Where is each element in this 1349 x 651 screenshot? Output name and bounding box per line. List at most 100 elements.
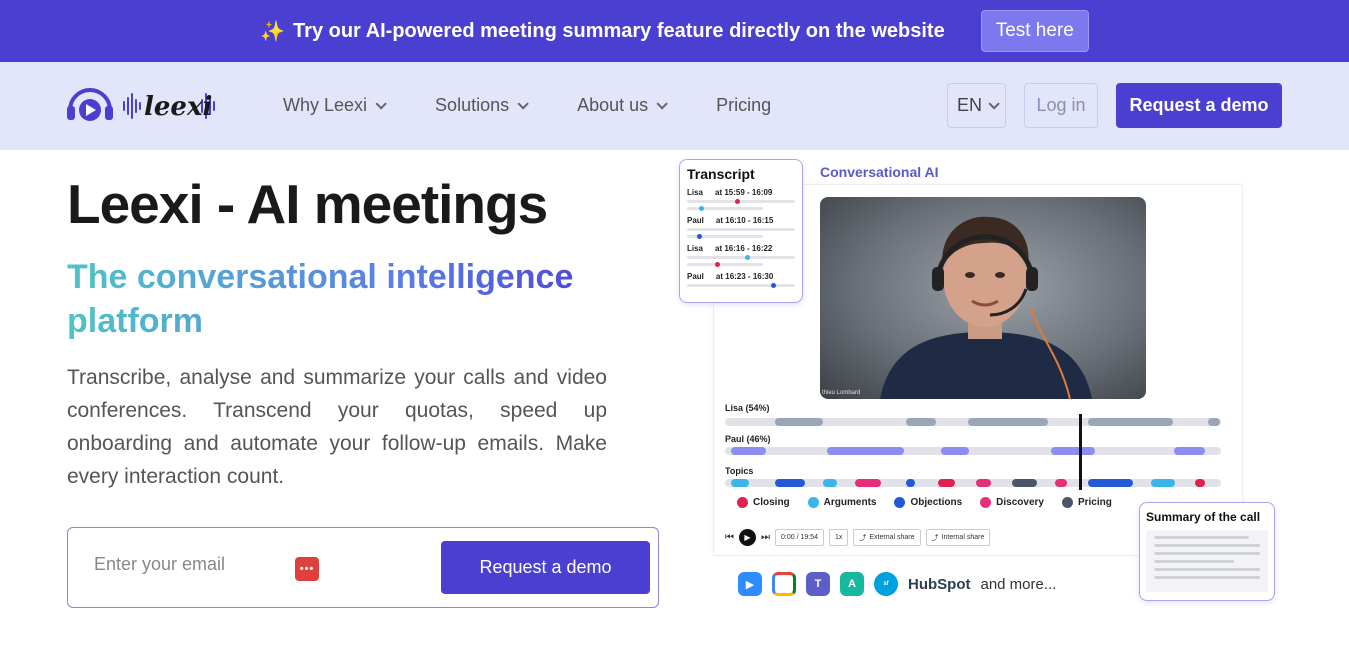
banner-text: Try our AI-powered meeting summary featu… — [293, 19, 945, 42]
topic-segment — [1055, 479, 1067, 487]
talk-segment — [1051, 447, 1095, 455]
skip-forward-icon[interactable]: ⏭ — [761, 532, 770, 543]
playhead[interactable] — [1079, 414, 1082, 490]
nav-why-leexi[interactable]: Why Leexi — [283, 95, 387, 116]
transcript-bar — [687, 199, 795, 204]
topic-segment — [906, 479, 915, 487]
transcript-card: Transcript Lisa at 15:59 - 16:09 Paul at 1… — [679, 159, 803, 303]
main-navbar: leexi Why Leexi Solutions About us Prici… — [0, 62, 1349, 150]
legend-dot — [1061, 497, 1073, 508]
talk-segment — [941, 447, 969, 455]
nav-link-label: Solutions — [435, 95, 510, 115]
login-button[interactable]: Log in — [1024, 83, 1098, 128]
external-share-button[interactable]: ⤴ External share — [853, 529, 921, 546]
summary-line — [1154, 576, 1260, 579]
waveform-icon: leexi — [123, 92, 215, 122]
summary-line — [1154, 560, 1234, 563]
speaker-label-paul: Paul (46%) — [725, 434, 771, 444]
hubspot-logo: HubSpot — [908, 575, 971, 593]
legend-item-arguments: Arguments — [807, 497, 876, 508]
talk-segment — [1174, 447, 1205, 455]
topic-segment — [1012, 479, 1037, 487]
internal-share-button[interactable]: ⤴ Internal share — [925, 529, 991, 546]
salesforce-icon: sf — [874, 572, 898, 596]
leexi-logo[interactable]: leexi — [66, 86, 218, 126]
transcript-bar — [687, 228, 795, 231]
transcript-row: Paul at 16:10 - 16:15 — [687, 216, 795, 239]
integrations-row: ▶ T A sf HubSpot and more... — [738, 572, 1056, 596]
topic-segment — [775, 479, 805, 487]
email-input[interactable] — [94, 554, 294, 575]
transcript-row: Lisa at 16:16 - 16:22 — [687, 244, 795, 267]
transcript-bar — [687, 283, 795, 288]
legend-label: Objections — [910, 497, 963, 508]
legend-label: Discovery — [996, 497, 1044, 508]
banner-message: ✨ Try our AI-powered meeting summary fea… — [260, 19, 945, 44]
summary-title: Summary of the call — [1146, 510, 1261, 524]
talk-segment — [775, 418, 823, 426]
talk-segment — [968, 418, 1048, 426]
nav-about-us[interactable]: About us — [577, 95, 668, 116]
transcript-speaker: Paul — [687, 272, 704, 281]
play-icon[interactable]: ▶ — [739, 529, 756, 546]
transcript-bar — [687, 206, 763, 211]
password-manager-icon[interactable]: ••• — [295, 557, 319, 581]
share-icon: ⤴ — [931, 534, 939, 542]
legend-label: Pricing — [1077, 497, 1112, 508]
call-summary-card: Summary of the call — [1139, 502, 1275, 601]
hero-description: Transcribe, analyse and summarize your c… — [67, 366, 607, 488]
sparkle-icon: ✨ — [260, 20, 286, 43]
video-caption: thieu Lombard — [822, 390, 861, 396]
chevron-down-icon — [517, 97, 529, 110]
chevron-down-icon — [988, 97, 1000, 110]
language-selector[interactable]: EN — [947, 83, 1006, 128]
transcript-marker — [735, 199, 740, 204]
skip-back-icon[interactable]: ⏮ — [725, 532, 734, 543]
topics-legend: Closing Arguments Objections Discovery P… — [737, 497, 1112, 508]
speaker-label-lisa: Lisa (54%) — [725, 403, 770, 413]
transcript-time: at 15:59 - 16:09 — [715, 188, 773, 197]
logo-wordmark: leexi — [144, 92, 212, 122]
transcript-time: at 16:16 - 16:22 — [715, 244, 773, 253]
nav-solutions[interactable]: Solutions — [435, 95, 529, 116]
transcript-speaker: Lisa — [687, 244, 704, 253]
talk-segment — [827, 447, 904, 455]
legend-dot — [980, 497, 992, 508]
nav-links: Why Leexi Solutions About us Pricing — [283, 95, 771, 116]
transcript-marker — [699, 206, 704, 211]
summary-line — [1154, 552, 1260, 555]
talk-segment — [731, 447, 766, 455]
speed-button[interactable]: 1x — [828, 529, 849, 546]
talk-segment — [1088, 418, 1173, 426]
speaker-track-paul[interactable] — [725, 447, 1221, 455]
internal-share-label: Internal share — [941, 534, 985, 541]
person-with-headset-image — [880, 216, 1092, 399]
nav-pricing[interactable]: Pricing — [716, 95, 771, 116]
headphones-play-icon — [67, 88, 113, 121]
request-demo-button[interactable]: Request a demo — [441, 541, 650, 594]
legend-dot — [807, 497, 819, 508]
legend-item-discovery: Discovery — [980, 497, 1044, 508]
speaker-track-lisa[interactable] — [725, 418, 1221, 426]
topic-segment — [1088, 479, 1133, 487]
transcript-bar — [687, 234, 763, 239]
transcript-marker — [745, 255, 750, 260]
legend-label: Closing — [753, 497, 790, 508]
google-meet-icon — [772, 572, 796, 596]
test-here-button[interactable]: Test here — [980, 10, 1089, 52]
transcript-speaker: Lisa — [687, 188, 704, 197]
video-call-preview[interactable]: thieu Lombard — [820, 197, 1146, 399]
legend-dot — [737, 497, 748, 508]
language-label: EN — [956, 95, 982, 115]
topics-track[interactable] — [725, 479, 1221, 487]
promo-banner: ✨ Try our AI-powered meeting summary fea… — [0, 0, 1349, 62]
nav-link-label: Why Leexi — [283, 95, 368, 115]
request-demo-nav-button[interactable]: Request a demo — [1116, 83, 1282, 128]
hero-subtitle: The conversational intelligence platform — [67, 255, 627, 343]
external-share-label: External share — [869, 534, 915, 541]
summary-line — [1154, 568, 1260, 571]
talk-segment — [1208, 418, 1220, 426]
transcript-marker — [771, 283, 776, 288]
transcript-bar — [687, 262, 763, 267]
legend-item-pricing: Pricing — [1061, 497, 1112, 508]
